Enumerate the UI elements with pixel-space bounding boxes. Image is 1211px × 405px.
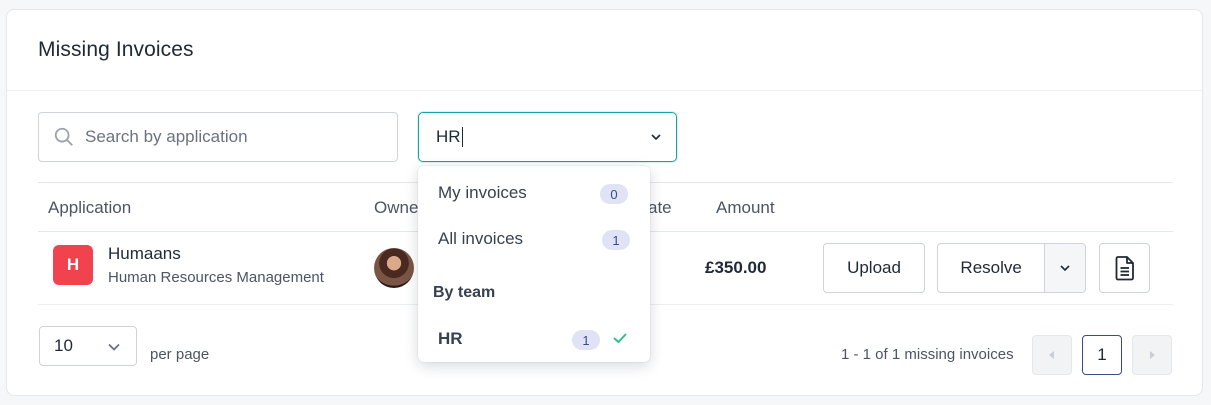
app-logo: H [53,245,93,285]
page-number-button[interactable]: 1 [1082,335,1122,375]
invoice-amount: £350.00 [705,258,767,277]
resolve-split-button: Resolve [937,243,1086,293]
count-badge: 0 [600,184,628,204]
count-badge: 1 [602,230,630,250]
chevron-down-icon [108,343,120,351]
document-icon [1115,256,1134,281]
team-filter-dropdown: My invoices 0 All invoices 1 By team HR … [418,166,650,362]
chevron-down-icon [1060,265,1070,272]
search-input[interactable] [85,127,385,147]
count-badge: 1 [572,330,600,350]
dropdown-item-my-invoices[interactable]: My invoices 0 [418,166,650,206]
search-box[interactable] [38,112,398,162]
next-page-button[interactable] [1132,335,1172,375]
dropdown-group-label: By team [433,284,496,301]
column-header-application[interactable]: Application [48,198,131,218]
dropdown-item-label: All invoices [438,229,524,248]
app-category: Human Resources Management [108,269,324,286]
team-filter-value[interactable]: HR [436,127,461,147]
resolve-options-button[interactable] [1044,244,1085,292]
resolve-button[interactable]: Resolve [938,244,1044,292]
text-cursor [461,127,463,147]
column-header-amount[interactable]: Amount [716,198,775,218]
app-name[interactable]: Humaans [108,244,181,264]
triangle-left-icon [1049,351,1054,359]
per-page-label: per page [150,346,210,363]
per-page-value[interactable]: 10 [54,336,73,356]
card-header: Missing Invoices [7,10,1202,91]
dropdown-item-label: HR [438,329,463,348]
previous-page-button[interactable] [1032,335,1072,375]
avatar[interactable] [374,248,414,288]
dropdown-item-all-invoices[interactable]: All invoices 1 [418,212,650,252]
column-header-date[interactable]: ate [648,198,672,218]
per-page-select[interactable]: 10 [39,326,137,366]
team-filter-select[interactable]: HR [418,112,677,162]
dropdown-item-label: My invoices [438,183,527,202]
column-header-owner[interactable]: Owne [374,198,418,218]
view-document-button[interactable] [1099,243,1150,293]
triangle-right-icon [1150,351,1155,359]
chevron-down-icon[interactable] [648,129,664,145]
pagination-range-text: 1 - 1 of 1 missing invoices [841,346,1014,363]
check-icon [613,333,627,343]
page-title: Missing Invoices [38,38,194,61]
upload-button[interactable]: Upload [823,243,925,293]
search-icon [54,127,73,146]
